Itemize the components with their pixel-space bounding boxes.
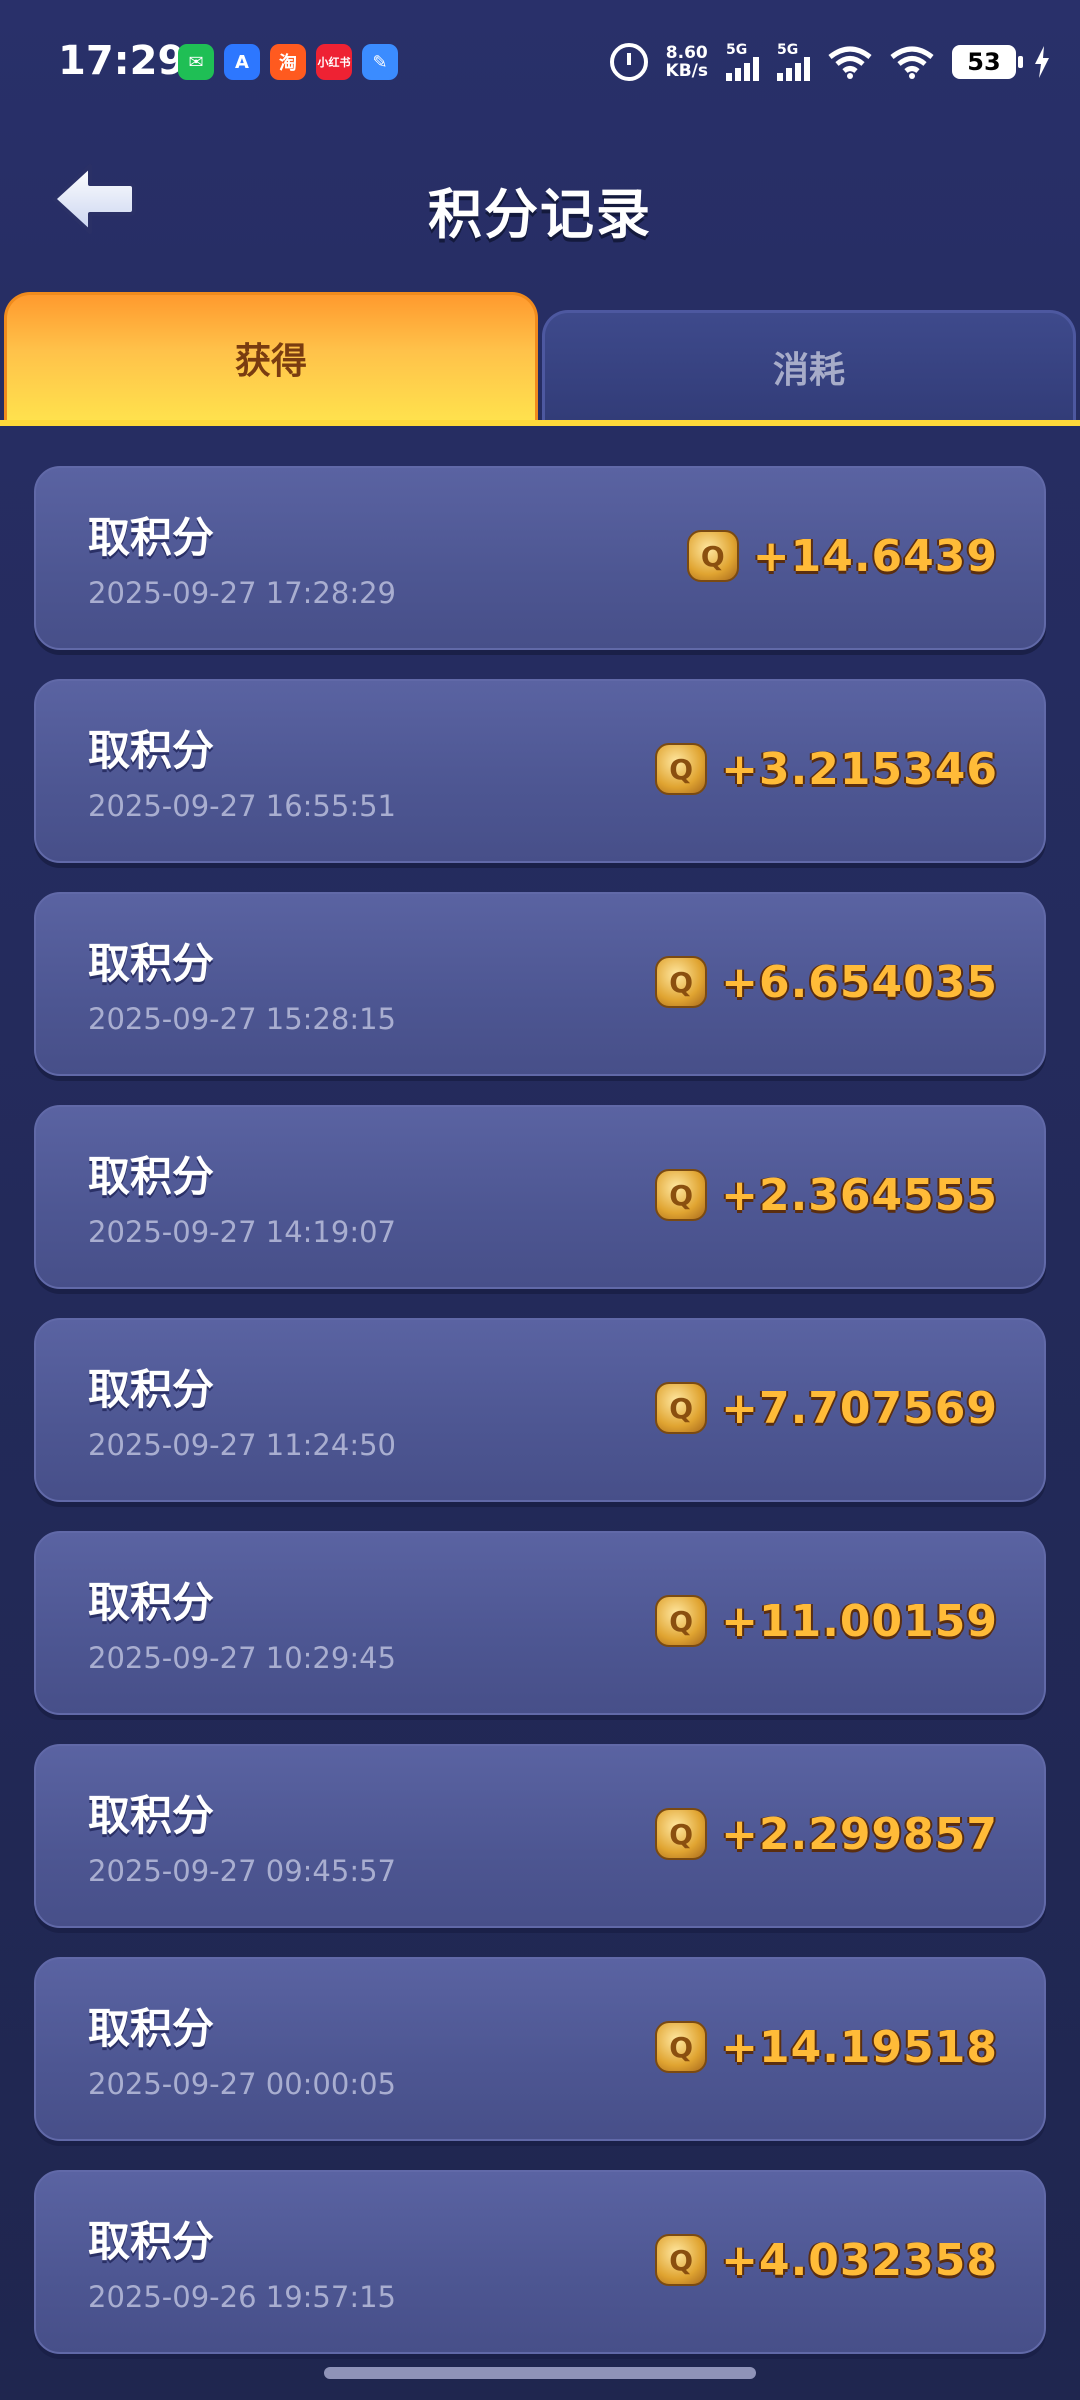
page-title: 积分记录 — [428, 183, 652, 246]
coin-icon: Q — [655, 743, 708, 795]
wifi-icon — [828, 46, 872, 79]
tab-earned-label: 获得 — [234, 340, 307, 382]
sim2-label: 5G — [777, 42, 799, 58]
coin-icon: Q — [655, 1808, 708, 1860]
wechat-icon: ✉ — [178, 44, 214, 80]
list-item: 取积分 2025-09-27 17:28:29 Q +14.6439 — [34, 466, 1046, 650]
list-item: 取积分 2025-09-27 10:29:45 Q +11.00159 — [34, 1531, 1046, 1715]
record-title: 取积分 — [88, 2217, 215, 2266]
record-amount-group: Q +7.707569 — [655, 1382, 998, 1434]
sim1-label: 5G — [726, 42, 748, 58]
tab-spent[interactable]: 消耗 — [542, 310, 1076, 420]
points-record-list[interactable]: 取积分 2025-09-27 17:28:29 Q +14.6439 取积分 2… — [34, 466, 1046, 2383]
record-title: 取积分 — [88, 513, 215, 562]
tab-earned[interactable]: 获得 — [4, 292, 538, 420]
record-amount-group: Q +6.654035 — [655, 956, 998, 1008]
charging-icon — [1035, 46, 1049, 78]
status-time: 17:29 — [58, 38, 186, 84]
list-item: 取积分 2025-09-26 19:57:15 Q +4.032358 — [34, 2170, 1046, 2354]
list-item: 取积分 2025-09-27 00:00:05 Q +14.19518 — [34, 1957, 1046, 2141]
record-amount: +6.654035 — [721, 956, 998, 1008]
record-time: 2025-09-27 16:55:51 — [88, 789, 396, 823]
list-item: 取积分 2025-09-27 14:19:07 Q +2.364555 — [34, 1105, 1046, 1289]
signal-icon-2: 5G — [777, 43, 810, 81]
record-title: 取积分 — [88, 939, 215, 988]
network-speed-value: 8.60 — [665, 43, 708, 63]
app-icon: ✎ — [362, 44, 398, 80]
record-title: 取积分 — [88, 726, 215, 775]
screen: 17:29 ✉ A 淘 小红书 ✎ 8.60 KB/s 5G 5G 53 积分记… — [0, 0, 1080, 2400]
record-title: 取积分 — [88, 1578, 215, 1627]
record-amount-group: Q +11.00159 — [655, 1595, 998, 1647]
coin-icon: Q — [686, 530, 739, 582]
coin-icon: Q — [655, 1169, 708, 1221]
home-indicator[interactable] — [324, 2367, 756, 2379]
list-item: 取积分 2025-09-27 15:28:15 Q +6.654035 — [34, 892, 1046, 1076]
taobao-icon: 淘 — [270, 44, 306, 80]
record-amount: +4.032358 — [721, 2234, 998, 2286]
record-amount: +11.00159 — [721, 1595, 998, 1647]
record-time: 2025-09-26 19:57:15 — [88, 2280, 396, 2314]
record-time: 2025-09-27 15:28:15 — [88, 1002, 396, 1036]
coin-icon: Q — [655, 956, 708, 1008]
list-item: 取积分 2025-09-27 11:24:50 Q +7.707569 — [34, 1318, 1046, 1502]
wifi-icon-2 — [890, 46, 934, 79]
network-speed-unit: KB/s — [665, 61, 708, 81]
record-amount: +2.299857 — [721, 1808, 998, 1860]
status-bar: 17:29 ✉ A 淘 小红书 ✎ 8.60 KB/s 5G 5G 53 — [0, 0, 1080, 130]
record-title: 取积分 — [88, 1365, 215, 1414]
signal-icon: 5G — [726, 43, 759, 81]
status-indicators: 8.60 KB/s 5G 5G 53 — [609, 40, 1050, 84]
battery-icon: 53 — [952, 45, 1023, 79]
tab-spent-label: 消耗 — [772, 349, 845, 391]
coin-icon: Q — [655, 1382, 708, 1434]
coin-icon: Q — [655, 1595, 708, 1647]
record-time: 2025-09-27 09:45:57 — [88, 1854, 396, 1888]
alarm-icon — [609, 43, 648, 81]
record-amount: +3.215346 — [721, 743, 998, 795]
app-store-icon: A — [224, 44, 260, 80]
list-item: 取积分 2025-09-27 09:45:57 Q +2.299857 — [34, 1744, 1046, 1928]
record-time: 2025-09-27 00:00:05 — [88, 2067, 396, 2101]
tab-bar: 获得 消耗 — [0, 292, 1080, 426]
record-title: 取积分 — [88, 1791, 215, 1840]
record-amount: +2.364555 — [721, 1169, 998, 1221]
record-title: 取积分 — [88, 2004, 215, 2053]
record-amount-group: Q +2.299857 — [655, 1808, 998, 1860]
record-time: 2025-09-27 11:24:50 — [88, 1428, 396, 1462]
record-amount-group: Q +2.364555 — [655, 1169, 998, 1221]
record-amount: +14.6439 — [752, 530, 998, 582]
record-time: 2025-09-27 10:29:45 — [88, 1641, 396, 1675]
list-item: 取积分 2025-09-27 16:55:51 Q +3.215346 — [34, 679, 1046, 863]
record-time: 2025-09-27 17:28:29 — [88, 576, 396, 610]
header: 积分记录 — [0, 140, 1080, 270]
coin-icon: Q — [655, 2021, 708, 2073]
record-time: 2025-09-27 14:19:07 — [88, 1215, 396, 1249]
xiaohongshu-icon: 小红书 — [316, 44, 352, 80]
record-amount-group: Q +14.19518 — [655, 2021, 998, 2073]
record-amount-group: Q +3.215346 — [655, 743, 998, 795]
record-amount-group: Q +4.032358 — [655, 2234, 998, 2286]
record-amount: +7.707569 — [721, 1382, 998, 1434]
tab-underline — [0, 420, 1080, 426]
coin-icon: Q — [655, 2234, 708, 2286]
network-speed: 8.60 KB/s — [666, 44, 708, 80]
record-amount-group: Q +14.6439 — [686, 530, 998, 582]
battery-level: 53 — [967, 48, 1001, 76]
record-title: 取积分 — [88, 1152, 215, 1201]
record-amount: +14.19518 — [721, 2021, 998, 2073]
